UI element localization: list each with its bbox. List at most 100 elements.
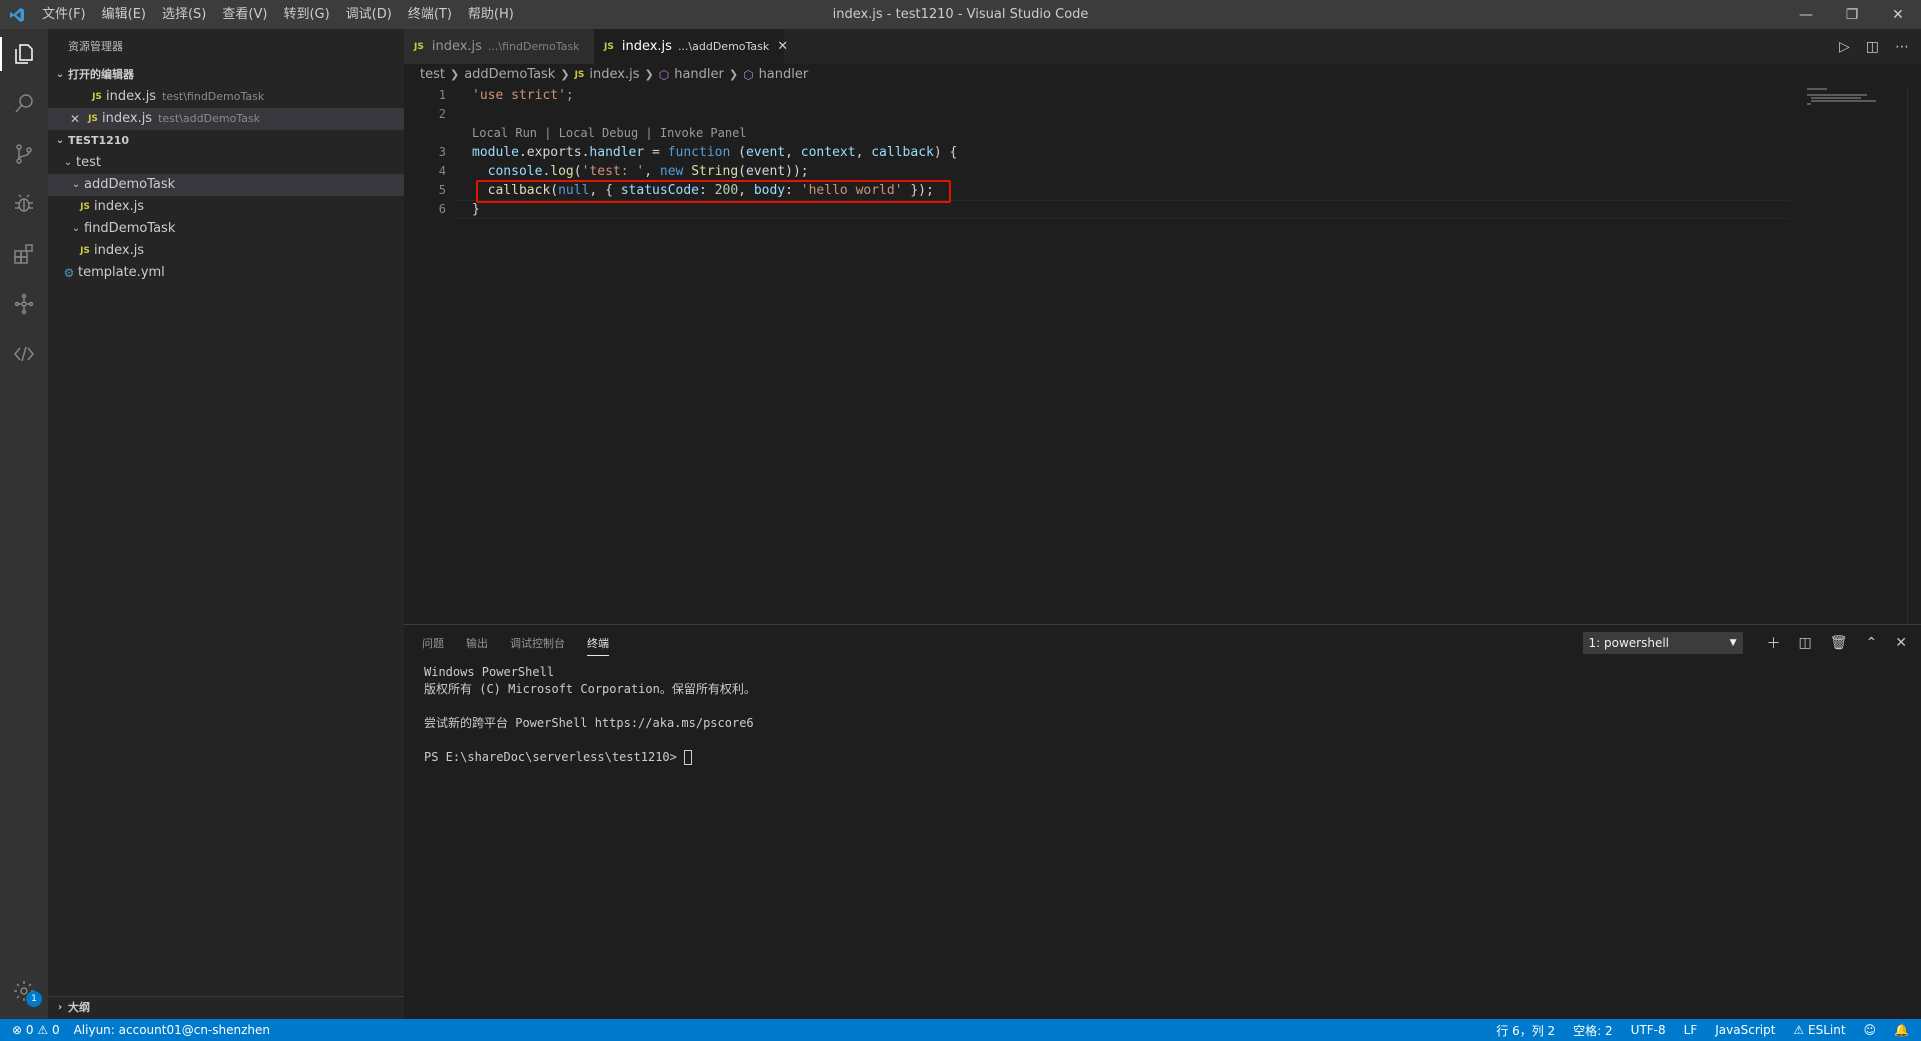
js-file-icon: JS xyxy=(604,41,614,52)
tree-file-template-yml[interactable]: ⚙ template.yml xyxy=(48,262,404,284)
cursor-position[interactable]: 行 6，列 2 xyxy=(1496,1022,1555,1039)
tab-debug-console[interactable]: 调试控制台 xyxy=(510,635,565,651)
tree-label: findDemoTask xyxy=(84,221,176,236)
settings-badge: 1 xyxy=(26,991,42,1007)
feedback-smiley-icon[interactable]: ☺ xyxy=(1864,1023,1877,1037)
error-count: 0 xyxy=(25,1023,34,1037)
chevron-down-icon: ⌄ xyxy=(71,179,81,190)
menu-help[interactable]: 帮助(H) xyxy=(460,0,522,29)
breadcrumb-item[interactable]: addDemoTask xyxy=(464,64,555,86)
close-panel-icon[interactable]: ✕ xyxy=(1895,635,1907,651)
open-editor-item-active[interactable]: ✕ JS index.js test\addDemoTask xyxy=(48,108,404,130)
open-editors-header[interactable]: ⌄ 打开的编辑器 xyxy=(48,64,404,86)
editor-scrollbar[interactable] xyxy=(1907,86,1921,624)
notifications-bell-icon[interactable]: 🔔 xyxy=(1894,1023,1909,1037)
more-actions-icon[interactable]: ⋯ xyxy=(1895,39,1909,55)
tab-index-js-adddemotask[interactable]: JS index.js ...\addDemoTask ✕ xyxy=(594,29,788,64)
menu-file[interactable]: 文件(F) xyxy=(34,0,94,29)
menu-debug[interactable]: 调试(D) xyxy=(338,0,400,29)
breadcrumb-item[interactable]: handler xyxy=(674,64,724,86)
aliyun-account[interactable]: Aliyun: account01@cn-shenzhen xyxy=(74,1023,270,1037)
outline-header[interactable]: › 大纲 xyxy=(48,997,404,1019)
indentation[interactable]: 空格: 2 xyxy=(1573,1022,1613,1039)
source-control-icon[interactable] xyxy=(0,129,48,179)
new-terminal-icon[interactable]: ＋ xyxy=(1767,633,1781,653)
menu-selection[interactable]: 选择(S) xyxy=(154,0,214,29)
problems-status[interactable]: ⊗ 0 ⚠ 0 xyxy=(12,1023,60,1037)
maximize-panel-icon[interactable]: ⌃ xyxy=(1866,635,1878,651)
tree-folder-test[interactable]: ⌄ test xyxy=(48,152,404,174)
code-editor[interactable]: 1 'use strict'; 2 Local Run | Local Debu… xyxy=(404,86,1921,219)
menu-go[interactable]: 转到(G) xyxy=(275,0,337,29)
tab-output[interactable]: 输出 xyxy=(466,635,488,651)
eslint-label: ESLint xyxy=(1808,1023,1846,1037)
codelens-actions[interactable]: Local Run | Local Debug | Invoke Panel xyxy=(404,124,1921,143)
tree-folder-finddemotask[interactable]: ⌄ findDemoTask xyxy=(48,218,404,240)
workspace-header[interactable]: ⌄ TEST1210 xyxy=(48,130,404,152)
token: = xyxy=(644,145,668,160)
tab-path: ...\findDemoTask xyxy=(487,40,580,53)
terminal-output[interactable]: Windows PowerShell 版权所有 (C) Microsoft Co… xyxy=(404,660,1921,766)
warning-icon: ⚠ xyxy=(37,1023,49,1037)
terminal-prompt: PS E:\shareDoc\serverless\test1210> xyxy=(424,750,685,764)
token: , xyxy=(785,145,801,160)
remote-icon[interactable] xyxy=(0,329,48,379)
tab-path: ...\addDemoTask xyxy=(677,40,770,53)
status-bar: ⊗ 0 ⚠ 0 Aliyun: account01@cn-shenzhen 行 … xyxy=(0,1019,1921,1041)
language-mode[interactable]: JavaScript xyxy=(1715,1023,1775,1037)
close-icon[interactable]: ✕ xyxy=(777,39,788,54)
open-editor-name: index.js xyxy=(106,89,157,104)
maximize-button[interactable]: ❐ xyxy=(1829,0,1875,29)
split-terminal-icon[interactable]: ◫ xyxy=(1799,635,1812,651)
menu-view[interactable]: 查看(V) xyxy=(214,0,275,29)
tree-folder-adddemotask[interactable]: ⌄ addDemoTask xyxy=(48,174,404,196)
terminal-cursor xyxy=(684,750,693,765)
token: , xyxy=(644,164,660,179)
terminal-line: 版权所有 (C) Microsoft Corporation。保留所有权利。 xyxy=(424,682,756,696)
tree-file-index-js[interactable]: JS index.js xyxy=(48,240,404,262)
extensions-icon[interactable] xyxy=(0,229,48,279)
editor-tabs: JS index.js ...\findDemoTask JS index.js… xyxy=(404,29,1921,64)
terminal-line: 尝试新的跨平台 PowerShell https://aka.ms/pscore… xyxy=(424,716,754,730)
tab-index-js-finddemotask[interactable]: JS index.js ...\findDemoTask xyxy=(404,29,594,64)
tab-label: index.js xyxy=(431,39,482,54)
settings-gear-icon[interactable]: 1 xyxy=(0,971,48,1011)
end-of-line[interactable]: LF xyxy=(1684,1023,1698,1037)
search-icon[interactable] xyxy=(0,79,48,129)
terminal-select-value: 1: powershell xyxy=(1588,636,1670,650)
explorer-icon[interactable] xyxy=(0,29,48,79)
outline-label: 大纲 xyxy=(68,1001,90,1014)
terminal-prompt-line: PS E:\shareDoc\serverless\test1210> xyxy=(424,749,1921,766)
open-editor-item[interactable]: JS index.js test\findDemoTask xyxy=(48,86,404,108)
tab-problems[interactable]: 问题 xyxy=(422,635,444,651)
breadcrumb-item[interactable]: index.js xyxy=(589,64,639,86)
vscode-logo-icon xyxy=(0,0,34,29)
menu-terminal[interactable]: 终端(T) xyxy=(400,0,460,29)
close-icon[interactable]: ✕ xyxy=(66,108,84,130)
code-line-2: 2 xyxy=(404,105,1921,124)
debug-icon[interactable] xyxy=(0,179,48,229)
encoding[interactable]: UTF-8 xyxy=(1631,1023,1666,1037)
eslint-status[interactable]: ⚠ ESLint xyxy=(1793,1023,1845,1037)
tree-label: index.js xyxy=(94,199,145,214)
minimap[interactable] xyxy=(1803,86,1907,116)
js-file-icon: JS xyxy=(414,41,424,52)
terminal-select[interactable]: 1: powershell ▼ xyxy=(1582,632,1743,654)
breadcrumb-item[interactable]: test xyxy=(420,64,445,86)
split-editor-icon[interactable]: ◫ xyxy=(1866,39,1879,55)
trash-icon[interactable]: 🗑 xyxy=(1830,635,1848,651)
menu-edit[interactable]: 编辑(E) xyxy=(94,0,154,29)
tab-terminal[interactable]: 终端 xyxy=(587,635,609,656)
token: function xyxy=(667,145,731,160)
tree-file-index-js[interactable]: JS index.js xyxy=(48,196,404,218)
open-editor-path: test\findDemoTask xyxy=(162,90,265,103)
breadcrumb-item[interactable]: handler xyxy=(759,64,809,86)
aliyun-functions-icon[interactable] xyxy=(0,279,48,329)
run-icon[interactable]: ▷ xyxy=(1839,39,1850,55)
tree-label: index.js xyxy=(94,243,145,258)
code-line-1: 1 'use strict'; xyxy=(404,86,1921,105)
close-window-button[interactable]: ✕ xyxy=(1875,0,1921,29)
chevron-right-icon: › xyxy=(57,1002,63,1013)
minimize-button[interactable]: — xyxy=(1783,0,1829,29)
